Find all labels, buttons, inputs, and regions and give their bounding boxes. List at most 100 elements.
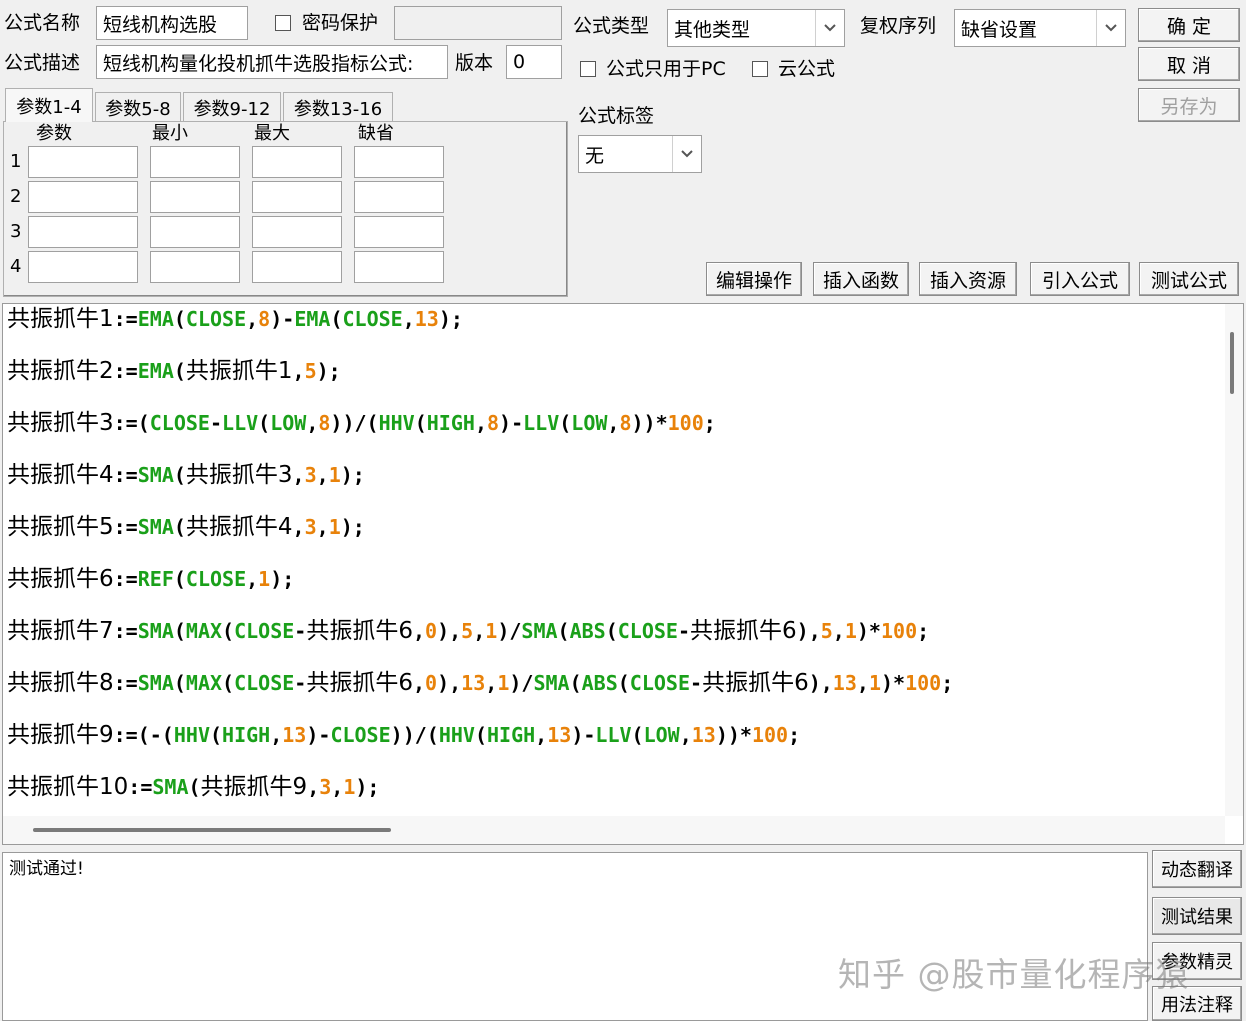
code-token: 13: [832, 671, 857, 695]
code-editor[interactable]: 共振抓牛1:=EMA(CLOSE,8)-EMA(CLOSE,13); 共振抓牛2:…: [2, 303, 1244, 845]
tab-params-13-16[interactable]: 参数13-16: [283, 92, 393, 122]
horizontal-scrollbar[interactable]: [3, 816, 1225, 844]
code-token: (: [631, 723, 644, 747]
param-max-input[interactable]: [252, 146, 342, 178]
dynamic-translate-button[interactable]: 动态翻译: [1152, 850, 1242, 888]
code-token: :=: [113, 671, 138, 695]
insert-resource-button[interactable]: 插入资源: [919, 262, 1017, 296]
code-token: SMA: [137, 671, 174, 695]
code-token: 共振抓牛6: [690, 618, 797, 644]
param-default-input[interactable]: [354, 146, 444, 178]
edit-operations-button[interactable]: 编辑操作: [706, 262, 802, 296]
code-token: 5: [461, 619, 474, 643]
param-min-input[interactable]: [150, 251, 240, 283]
param-name-input[interactable]: [28, 181, 138, 213]
code-token: 8: [486, 411, 500, 435]
param-max-input[interactable]: [252, 181, 342, 213]
tab-params-1-4[interactable]: 参数1-4: [5, 88, 93, 122]
code-token: (: [209, 723, 223, 747]
code-token: :=: [113, 515, 138, 539]
pc-only-checkbox[interactable]: [580, 61, 596, 77]
formula-tag-select[interactable]: 无: [578, 135, 702, 173]
code-token: (: [605, 619, 618, 643]
tab-params-9-12[interactable]: 参数9-12: [183, 92, 281, 122]
cloud-formula-label: 云公式: [778, 58, 836, 80]
code-token: EMA: [137, 307, 174, 331]
vertical-scrollbar-thumb[interactable]: [1230, 332, 1234, 394]
param-name-input[interactable]: [28, 146, 138, 178]
formula-tag-value: 无: [585, 144, 605, 167]
password-protect-label: 密码保护: [302, 12, 379, 34]
code-token: :=(: [113, 411, 150, 435]
code-token: 3: [304, 463, 317, 487]
save-as-button[interactable]: 另存为: [1138, 88, 1240, 122]
param-header-name: 参数: [36, 123, 72, 144]
param-default-input[interactable]: [354, 216, 444, 248]
password-input[interactable]: [394, 6, 562, 40]
chevron-down-icon[interactable]: [815, 10, 844, 46]
param-min-input[interactable]: [150, 146, 240, 178]
code-token: );: [355, 775, 380, 799]
import-formula-button[interactable]: 引入公式: [1030, 262, 1130, 296]
restore-seq-label: 复权序列: [860, 15, 937, 37]
insert-function-button[interactable]: 插入函数: [813, 262, 909, 296]
code-token: ,: [292, 359, 305, 383]
formula-type-select[interactable]: 其他类型: [667, 9, 845, 47]
formula-desc-input[interactable]: 短线机构量化投机抓牛选股指标公式:: [96, 45, 448, 79]
code-token: SMA: [533, 671, 570, 695]
code-line: 共振抓牛3:=(CLOSE-LLV(LOW,8))/(HHV(HIGH,8)-L…: [7, 412, 716, 435]
code-token: )/: [497, 619, 522, 643]
param-default-input[interactable]: [354, 251, 444, 283]
code-token: 13: [282, 723, 307, 747]
password-protect-checkbox[interactable]: [275, 15, 291, 31]
code-token: );: [316, 359, 341, 383]
param-row-number: 2: [10, 186, 22, 207]
tab-params-5-8[interactable]: 参数5-8: [95, 92, 181, 122]
formula-type-value: 其他类型: [674, 18, 751, 41]
chevron-down-icon[interactable]: [1096, 10, 1125, 46]
code-token: :=: [113, 463, 138, 487]
code-token: 1: [497, 671, 510, 695]
vertical-scrollbar[interactable]: [1225, 304, 1243, 816]
code-token: 13: [547, 723, 572, 747]
code-token: 8: [619, 411, 632, 435]
chevron-down-icon[interactable]: [672, 136, 701, 172]
code-token: :=: [128, 775, 153, 799]
restore-seq-select[interactable]: 缺省设置: [954, 9, 1126, 47]
version-input[interactable]: 0: [506, 45, 562, 79]
cancel-button[interactable]: 取 消: [1138, 47, 1240, 81]
code-token: 1: [868, 671, 881, 695]
code-token: SMA: [521, 619, 558, 643]
param-name-input[interactable]: [28, 251, 138, 283]
param-max-input[interactable]: [252, 251, 342, 283]
code-token: HIGH: [487, 723, 536, 747]
param-min-input[interactable]: [150, 216, 240, 248]
code-token: ,: [270, 723, 283, 747]
param-min-input[interactable]: [150, 181, 240, 213]
cloud-formula-checkbox[interactable]: [752, 61, 768, 77]
code-token: CLOSE: [234, 671, 295, 695]
param-default-input[interactable]: [354, 181, 444, 213]
code-token: CLOSE: [149, 411, 210, 435]
watermark: 知乎 @股市量化程序猿: [838, 955, 1190, 994]
param-name-input[interactable]: [28, 216, 138, 248]
horizontal-scrollbar-thumb[interactable]: [33, 828, 391, 832]
code-token: 13: [414, 307, 439, 331]
code-token: 共振抓牛9: [200, 774, 308, 800]
param-max-input[interactable]: [252, 216, 342, 248]
test-formula-button[interactable]: 测试公式: [1139, 262, 1239, 296]
code-token: ;: [703, 411, 716, 435]
code-line: 共振抓牛1:=EMA(CLOSE,8)-EMA(CLOSE,13);: [7, 308, 463, 331]
formula-name-input[interactable]: 短线机构选股: [96, 6, 248, 40]
test-result-button[interactable]: 测试结果: [1152, 897, 1242, 935]
code-token: SMA: [137, 463, 174, 487]
code-token: 13: [461, 671, 486, 695]
code-token: CLOSE: [342, 307, 403, 331]
code-token: EMA: [137, 359, 174, 383]
code-token: ,: [307, 775, 320, 799]
code-token: 共振抓牛2: [7, 358, 114, 384]
ok-button[interactable]: 确 定: [1138, 8, 1240, 42]
code-token: ;: [917, 619, 930, 643]
code-token: 3: [319, 775, 332, 799]
code-token: ,: [402, 307, 415, 331]
